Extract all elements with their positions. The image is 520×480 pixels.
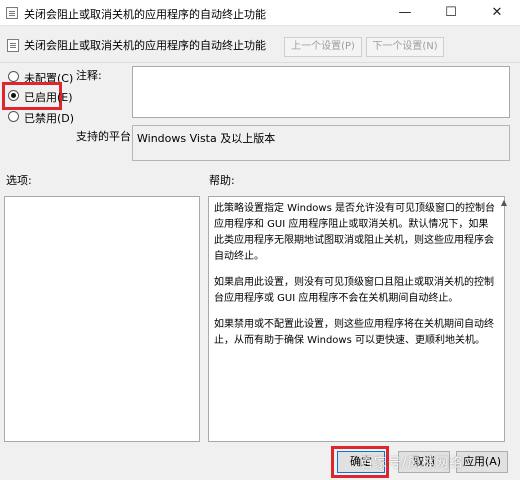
- help-label: 帮助:: [209, 174, 235, 187]
- radio-circle: [8, 71, 19, 82]
- radio-circle-selected: [8, 90, 19, 101]
- options-pane[interactable]: [4, 196, 200, 442]
- supported-platform-value: Windows Vista 及以上版本: [137, 132, 276, 145]
- comment-textarea[interactable]: [132, 66, 510, 118]
- help-pane[interactable]: 此策略设置指定 Windows 是否允许没有可见顶级窗口的控制台应用程序和 GU…: [208, 196, 505, 442]
- apply-button[interactable]: 应用(A): [456, 451, 508, 473]
- radio-enabled[interactable]: 已启用(E): [6, 87, 98, 105]
- help-text: 此策略设置指定 Windows 是否允许没有可见顶级窗口的控制台应用程序和 GU…: [214, 201, 496, 359]
- policy-window-icon: [6, 7, 18, 19]
- radio-disabled[interactable]: 已禁用(D): [6, 108, 98, 126]
- close-button[interactable]: ✕: [474, 0, 520, 26]
- comment-label: 注释:: [76, 69, 102, 82]
- radio-circle: [8, 111, 19, 122]
- policy-title: 关闭会阻止或取消关机的应用程序的自动终止功能: [24, 39, 266, 52]
- help-paragraph: 此策略设置指定 Windows 是否允许没有可见顶级窗口的控制台应用程序和 GU…: [214, 203, 495, 262]
- radio-label: 已启用(E): [24, 91, 73, 104]
- radio-label: 已禁用(D): [24, 112, 75, 125]
- supported-platform-field: Windows Vista 及以上版本: [132, 125, 510, 161]
- help-paragraph: 如果启用此设置，则没有可见顶级窗口且阻止或取消关机的控制台应用程序或 GUI 应…: [214, 277, 494, 304]
- maximize-button[interactable]: ☐: [428, 0, 474, 26]
- minimize-button[interactable]: —: [382, 0, 428, 26]
- supported-label: 支持的平台:: [76, 130, 135, 143]
- options-label: 选项:: [6, 174, 32, 187]
- scroll-up-arrow-icon[interactable]: ▲: [498, 196, 510, 210]
- next-setting-button[interactable]: 下一个设置(N): [366, 37, 444, 57]
- window-title: 关闭会阻止或取消关机的应用程序的自动终止功能: [24, 8, 266, 21]
- prev-setting-button[interactable]: 上一个设置(P): [284, 37, 362, 57]
- watermark-text: 百家号/风林网络: [360, 456, 464, 471]
- help-paragraph: 如果禁用或不配置此设置，则这些应用程序将在关机期间自动终止，从而有助于确保 Wi…: [214, 319, 494, 346]
- header-divider: [0, 62, 520, 63]
- policy-icon: [7, 39, 19, 52]
